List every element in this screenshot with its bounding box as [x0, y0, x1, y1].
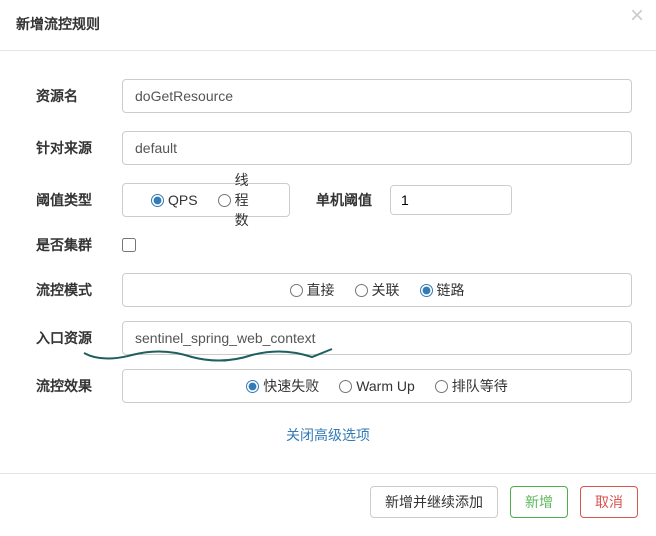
- radio-queue-input[interactable]: [435, 380, 448, 393]
- cluster-checkbox[interactable]: [122, 238, 136, 252]
- source-input[interactable]: [122, 131, 632, 165]
- row-cluster: 是否集群: [36, 235, 632, 255]
- label-entry: 入口资源: [36, 328, 122, 348]
- single-threshold-field[interactable]: [391, 186, 512, 214]
- row-effect: 流控效果 快速失败 Warm Up 排队等待: [36, 369, 632, 403]
- radio-fast-input[interactable]: [246, 380, 259, 393]
- label-single-threshold: 单机阈值: [316, 190, 372, 210]
- radio-queue-label: 排队等待: [452, 376, 508, 396]
- radio-direct-label: 直接: [307, 280, 335, 300]
- radio-qps[interactable]: QPS: [151, 192, 198, 208]
- label-source: 针对来源: [36, 138, 122, 158]
- toggle-advanced-link[interactable]: 关闭高级选项: [286, 427, 370, 443]
- entry-input[interactable]: [122, 321, 632, 355]
- radio-warm-label: Warm Up: [356, 378, 415, 394]
- threshold-type-group: QPS 线程数: [122, 183, 290, 217]
- radio-direct[interactable]: 直接: [290, 280, 335, 300]
- row-entry: 入口资源: [36, 321, 632, 355]
- radio-direct-input[interactable]: [290, 284, 303, 297]
- row-mode: 流控模式 直接 关联 链路: [36, 273, 632, 307]
- radio-warm[interactable]: Warm Up: [339, 378, 415, 394]
- add-continue-button[interactable]: 新增并继续添加: [370, 486, 498, 518]
- radio-warm-input[interactable]: [339, 380, 352, 393]
- label-cluster: 是否集群: [36, 235, 122, 255]
- cancel-button[interactable]: 取消: [580, 486, 638, 518]
- radio-chain-label: 链路: [437, 280, 465, 300]
- modal-title: 新增流控规则: [16, 16, 100, 32]
- effect-group: 快速失败 Warm Up 排队等待: [122, 369, 632, 403]
- label-mode: 流控模式: [36, 280, 122, 300]
- single-threshold-input[interactable]: ▲ ▼: [390, 185, 512, 215]
- radio-qps-label: QPS: [168, 192, 198, 208]
- row-threshold-type: 阈值类型 QPS 线程数 单机阈值 ▲ ▼: [36, 183, 632, 217]
- radio-thread-input[interactable]: [218, 194, 231, 207]
- radio-relate[interactable]: 关联: [355, 280, 400, 300]
- radio-chain-input[interactable]: [420, 284, 433, 297]
- row-resource: 资源名: [36, 79, 632, 113]
- flow-rule-modal: 新增流控规则 × 资源名 针对来源 阈值类型 QPS 线程数: [0, 0, 656, 532]
- radio-qps-input[interactable]: [151, 194, 164, 207]
- row-source: 针对来源: [36, 131, 632, 165]
- add-button[interactable]: 新增: [510, 486, 568, 518]
- radio-chain[interactable]: 链路: [420, 280, 465, 300]
- label-effect: 流控效果: [36, 376, 122, 396]
- modal-footer: 新增并继续添加 新增 取消: [0, 474, 656, 532]
- close-icon[interactable]: ×: [630, 4, 644, 28]
- modal-body: 资源名 针对来源 阈值类型 QPS 线程数 单机阈值: [0, 50, 656, 474]
- modal-header: 新增流控规则 ×: [0, 0, 656, 40]
- advanced-link-row: 关闭高级选项: [24, 425, 632, 445]
- radio-relate-input[interactable]: [355, 284, 368, 297]
- mode-group: 直接 关联 链路: [122, 273, 632, 307]
- label-resource: 资源名: [36, 86, 122, 106]
- resource-input[interactable]: [122, 79, 632, 113]
- radio-relate-label: 关联: [372, 280, 400, 300]
- radio-fast[interactable]: 快速失败: [246, 376, 319, 396]
- radio-fast-label: 快速失败: [263, 376, 319, 396]
- radio-thread[interactable]: 线程数: [218, 170, 261, 230]
- radio-queue[interactable]: 排队等待: [435, 376, 508, 396]
- radio-thread-label: 线程数: [235, 170, 261, 230]
- label-threshold-type: 阈值类型: [36, 190, 122, 210]
